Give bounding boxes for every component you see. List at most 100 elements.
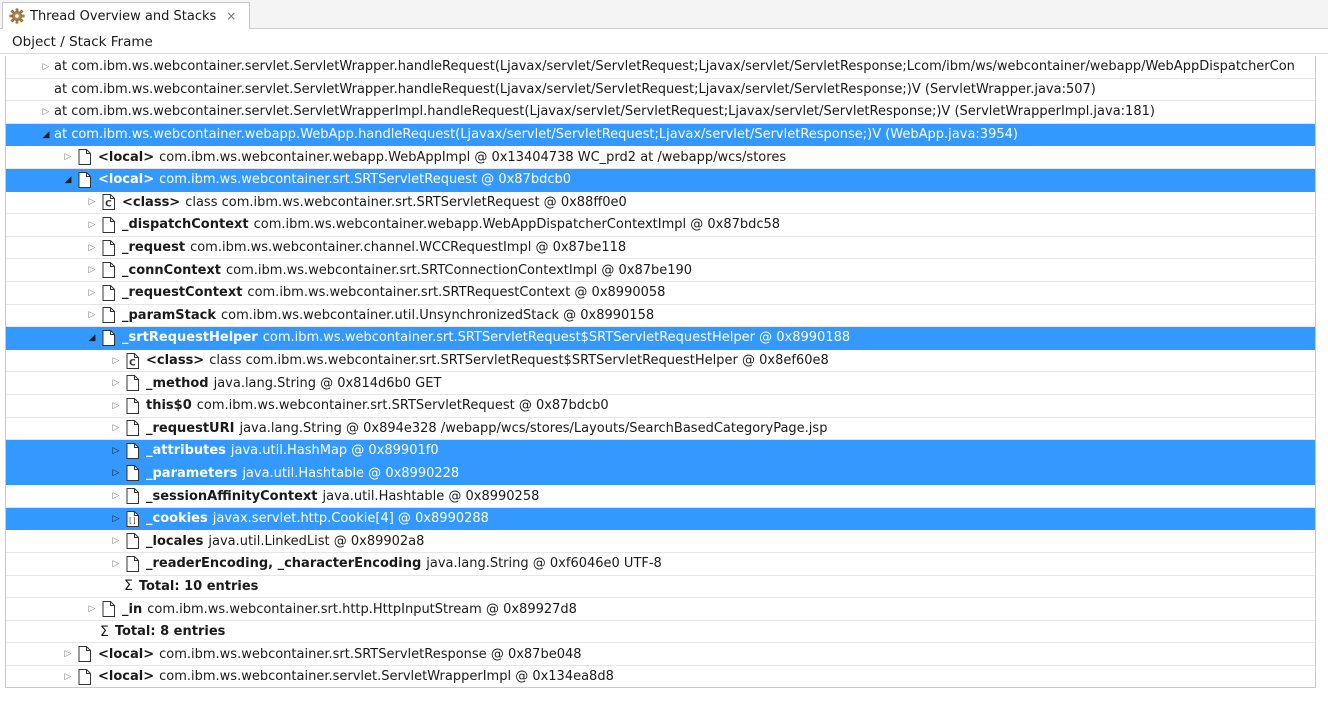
object-tree[interactable]: ▷ at com.ibm.ws.webcontainer.servlet.Serv… [5, 56, 1316, 688]
object-icon [100, 284, 116, 302]
expand-arrow-icon[interactable]: ▷ [84, 262, 100, 278]
expand-arrow-icon[interactable]: ▷ [108, 398, 124, 414]
view-tab-bar: Thread Overview and Stacks × [0, 0, 1328, 29]
object-description: java.lang.String @ 0x814d6b0 GET [213, 375, 442, 391]
tree-row-local[interactable]: ◢ <local> com.ibm.ws.webcontainer.srt.SRTS… [6, 168, 1315, 192]
expand-arrow-icon[interactable]: ▷ [60, 669, 76, 685]
tree-row-field[interactable]: ▷ _requestURI java.lang.String @ 0x894e328… [6, 418, 1315, 441]
tree-row-frame[interactable]: ◢ at com.ibm.ws.webcontainer.webapp.WebAp… [6, 123, 1315, 147]
field-name: _method [146, 375, 209, 391]
stack-frame-text: at com.ibm.ws.webcontainer.webapp.WebApp… [54, 127, 1018, 143]
field-name: _connContext [122, 262, 222, 278]
expand-arrow-icon[interactable]: ▷ [108, 375, 124, 391]
object-icon [76, 148, 92, 166]
object-description: com.ibm.ws.webcontainer.srt.SRTConnectio… [226, 262, 693, 278]
object-description: com.ibm.ws.webcontainer.srt.SRTServletRe… [262, 330, 851, 346]
object-icon [124, 397, 140, 415]
tree-row-field[interactable]: ▷ _readerEncoding, _characterEncoding java… [6, 553, 1315, 576]
object-description: com.ibm.ws.webcontainer.webapp.WebAppImp… [159, 149, 787, 165]
tree-row-field[interactable]: ▷ _requestContext com.ibm.ws.webcontainer.… [6, 282, 1315, 305]
field-name: <local> [98, 669, 155, 685]
object-description: javax.servlet.http.Cookie[4] @ 0x8990288 [212, 511, 489, 527]
expand-arrow-icon[interactable]: ▷ [60, 646, 76, 662]
field-name: _locales [146, 533, 204, 549]
object-description: class com.ibm.ws.webcontainer.srt.SRTSer… [209, 353, 829, 369]
expand-arrow-icon[interactable]: ▷ [38, 104, 54, 120]
expand-arrow-icon[interactable]: ▷ [108, 511, 124, 527]
stack-frame-text: at com.ibm.ws.webcontainer.servlet.Servl… [54, 59, 1295, 75]
tree-row-field[interactable]: ▷ C <class> class com.ibm.ws.webcontainer.s… [6, 350, 1315, 373]
expand-arrow-icon[interactable]: ▷ [108, 353, 124, 369]
collapse-arrow-icon[interactable]: ◢ [84, 330, 100, 346]
object-description: com.ibm.ws.webcontainer.srt.http.HttpInp… [147, 601, 577, 617]
close-icon[interactable]: × [224, 9, 238, 23]
field-name: _in [122, 601, 143, 617]
collapse-arrow-icon[interactable]: ◢ [60, 172, 76, 188]
expand-arrow-icon[interactable]: ▷ [108, 488, 124, 504]
tree-row-field[interactable]: ▷ this$0 com.ibm.ws.webcontainer.srt.SRTSe… [6, 395, 1315, 418]
object-description: java.util.LinkedList @ 0x89902a8 [208, 533, 425, 549]
stack-frame-text: at com.ibm.ws.webcontainer.servlet.Servl… [54, 104, 1155, 120]
field-name: _srtRequestHelper [122, 330, 258, 346]
expand-arrow-icon[interactable]: ▷ [60, 149, 76, 165]
expand-arrow-icon[interactable]: ▷ [84, 194, 100, 210]
object-icon [76, 171, 92, 189]
tree-row-total[interactable]: Σ Total: 8 entries [6, 621, 1315, 644]
expand-arrow-icon[interactable]: ▷ [84, 285, 100, 301]
array-object-icon: [] [124, 510, 140, 528]
column-header-object-stack-frame[interactable]: Object / Stack Frame [0, 30, 1328, 54]
tree-row-field[interactable]: ▷ _method java.lang.String @ 0x814d6b0 GET [6, 372, 1315, 395]
field-name: _paramStack [122, 307, 217, 323]
field-name: <local> [98, 646, 155, 662]
tree-row-field[interactable]: ▷ _dispatchContext com.ibm.ws.webcontainer… [6, 214, 1315, 237]
expand-arrow-icon[interactable]: ▷ [84, 217, 100, 233]
expand-arrow-icon[interactable]: ▷ [108, 465, 124, 481]
expand-arrow-icon[interactable]: ▷ [108, 556, 124, 572]
field-name: _requestContext [122, 285, 243, 301]
object-description: com.ibm.ws.webcontainer.srt.SRTServletRe… [196, 398, 609, 414]
expand-arrow-icon[interactable]: ▷ [84, 307, 100, 323]
tree-row-field[interactable]: ▷ _parameters java.util.Hashtable @ 0x8990… [6, 462, 1315, 486]
tree-row-frame[interactable]: at com.ibm.ws.webcontainer.servlet.Servl… [6, 79, 1315, 102]
tree-row-frame[interactable]: ▷ at com.ibm.ws.webcontainer.servlet.Serv… [6, 101, 1315, 124]
object-description: com.ibm.ws.webcontainer.srt.SRTServletRe… [159, 646, 582, 662]
tree-row-total[interactable]: Σ Total: 10 entries [6, 576, 1315, 599]
expand-arrow-icon[interactable]: ▷ [108, 420, 124, 436]
object-description: com.ibm.ws.webcontainer.webapp.WebAppDis… [253, 217, 781, 233]
object-icon [76, 645, 92, 663]
tab-thread-overview[interactable]: Thread Overview and Stacks × [2, 2, 250, 29]
tree-row-local[interactable]: ▷ <local> com.ibm.ws.webcontainer.webapp.W… [6, 146, 1315, 169]
collapse-arrow-icon[interactable]: ◢ [38, 127, 54, 143]
tree-row-field[interactable]: ▷ [] _cookies javax.servlet.http.Cookie[4] … [6, 507, 1315, 531]
expand-arrow-icon[interactable]: ▷ [38, 59, 54, 75]
object-description: java.lang.String @ 0xf6046e0 UTF-8 [426, 556, 662, 572]
tree-row-field[interactable]: ▷ _in com.ibm.ws.webcontainer.srt.http.Htt… [6, 598, 1315, 621]
tree-row-local[interactable]: ▷ <local> com.ibm.ws.webcontainer.srt.SRTS… [6, 643, 1315, 667]
object-description: com.ibm.ws.webcontainer.srt.SRTRequestCo… [247, 285, 666, 301]
tree-row-field[interactable]: ▷ C <class> class com.ibm.ws.webcontainer.s… [6, 192, 1315, 215]
field-name: _readerEncoding, _characterEncoding [146, 556, 422, 572]
field-name: <class> [122, 194, 181, 210]
tree-row-field[interactable]: ▷ _sessionAffinityContext java.util.Hashta… [6, 485, 1315, 508]
tree-row-field[interactable]: ▷ _attributes java.util.HashMap @ 0x89901f… [6, 440, 1315, 463]
stack-frame-text: at com.ibm.ws.webcontainer.servlet.Servl… [54, 81, 1096, 97]
expand-arrow-icon[interactable]: ▷ [108, 533, 124, 549]
object-icon [124, 374, 140, 392]
tree-row-frame[interactable]: ▷ at com.ibm.ws.webcontainer.servlet.Serv… [6, 56, 1315, 79]
tree-row-field[interactable]: ▷ _locales java.util.LinkedList @ 0x89902a… [6, 530, 1315, 554]
total-label: Total: 8 entries [114, 624, 226, 640]
object-description: com.ibm.ws.webcontainer.servlet.ServletW… [159, 669, 614, 685]
tree-row-field[interactable]: ▷ _connContext com.ibm.ws.webcontainer.srt… [6, 259, 1315, 282]
expand-arrow-icon[interactable]: ▷ [84, 601, 100, 617]
tree-row-local[interactable]: ▷ <local> com.ibm.ws.webcontainer.servlet.… [6, 666, 1315, 687]
tree-row-field[interactable]: ◢ _srtRequestHelper com.ibm.ws.webcontaine… [6, 327, 1315, 350]
expand-arrow-icon[interactable]: ▷ [84, 240, 100, 256]
expand-arrow-icon[interactable]: ▷ [108, 443, 124, 459]
object-icon [100, 306, 116, 324]
tree-row-field[interactable]: ▷ _request com.ibm.ws.webcontainer.channel… [6, 237, 1315, 260]
tree-row-field[interactable]: ▷ _paramStack com.ibm.ws.webcontainer.util… [6, 305, 1315, 328]
object-icon [124, 464, 140, 482]
object-icon [100, 216, 116, 234]
